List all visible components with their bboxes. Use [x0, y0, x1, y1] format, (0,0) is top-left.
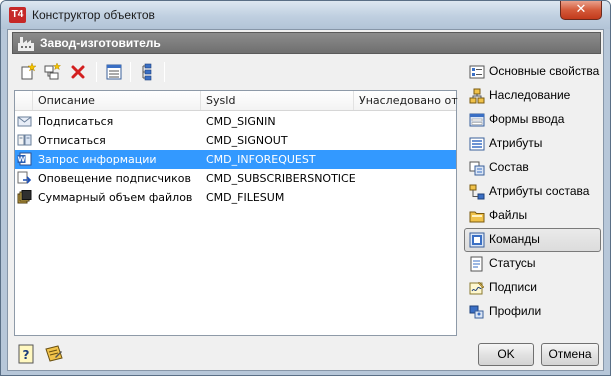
nav-item-composition-attributes[interactable]: Атрибуты состава — [464, 180, 601, 204]
nav-item-label: Файлы — [489, 208, 528, 222]
list-toolbar — [12, 60, 462, 86]
close-button[interactable]: ✕ — [560, 1, 602, 20]
row-sysid: CMD_SIGNOUT — [206, 134, 288, 147]
column-header-icon[interactable] — [15, 91, 33, 110]
nav-item-attributes[interactable]: Атрибуты — [464, 132, 601, 156]
nav-item-profiles[interactable]: Профили — [464, 300, 601, 324]
nav-item-composition[interactable]: Состав — [464, 156, 601, 180]
word-document-icon: W — [17, 152, 32, 166]
nav-item-label: Профили — [489, 304, 542, 318]
ok-button[interactable]: OK — [478, 343, 534, 366]
new-item-icon[interactable] — [18, 62, 38, 82]
envelope-icon — [17, 116, 32, 127]
commands-list[interactable]: Описание SysId Унаследовано от Подписать… — [14, 90, 458, 336]
nav-item-commands[interactable]: Команды — [464, 228, 601, 252]
inheritance-icon — [469, 88, 485, 104]
nav-item-main-properties[interactable]: Основные свойства — [464, 60, 601, 84]
column-header-description[interactable]: Описание — [33, 91, 201, 110]
nav-item-signatures[interactable]: Подписи — [464, 276, 601, 300]
composition-icon — [469, 161, 485, 176]
dialog-window: T4 Конструктор объектов ✕ Завод-изготови… — [0, 0, 611, 376]
files-stack-icon — [17, 190, 32, 204]
nav-item-label: Команды — [489, 232, 540, 246]
nav-item-label: Наследование — [489, 88, 571, 102]
input-forms-icon — [469, 113, 485, 127]
commands-icon — [469, 232, 485, 248]
list-header: Описание SysId Унаследовано от — [15, 91, 458, 111]
nav-item-label: Подписи — [489, 280, 537, 294]
row-description: Суммарный объем файлов — [38, 191, 193, 204]
nav-item-label: Атрибуты состава — [489, 184, 590, 198]
svg-text:W: W — [18, 156, 26, 164]
table-row[interactable]: Суммарный объем файлов CMD_FILESUM — [15, 188, 456, 207]
svg-text:?: ? — [23, 348, 30, 362]
nav-item-statuses[interactable]: Статусы — [464, 252, 601, 276]
properties-list-icon[interactable] — [104, 62, 124, 82]
nav-item-inheritance[interactable]: Наследование — [464, 84, 601, 108]
nav-item-label: Состав — [489, 160, 529, 174]
app-icon: T4 — [9, 7, 26, 23]
nav-item-files[interactable]: Файлы — [464, 204, 601, 228]
section-navigation: Основные свойства Наследование Формы вво… — [464, 60, 601, 324]
unsubscribe-icon — [17, 134, 32, 146]
delete-icon[interactable] — [68, 62, 88, 82]
statuses-icon — [470, 256, 483, 272]
row-sysid: CMD_SUBSCRIBERSNOTICE — [206, 172, 356, 185]
column-header-sysid[interactable]: SysId — [201, 91, 354, 110]
row-sysid: CMD_INFOREQUEST — [206, 153, 316, 166]
row-description: Подписаться — [38, 115, 114, 128]
profiles-icon — [469, 305, 484, 319]
nav-item-input-forms[interactable]: Формы ввода — [464, 108, 601, 132]
new-child-item-icon[interactable] — [42, 62, 62, 82]
nav-item-label: Основные свойства — [489, 64, 600, 78]
row-sysid: CMD_SIGNIN — [206, 115, 276, 128]
row-description: Отписаться — [38, 134, 106, 147]
attributes-icon — [469, 137, 485, 151]
factory-icon — [18, 37, 34, 51]
title-bar[interactable]: T4 Конструктор объектов ✕ — [1, 1, 610, 29]
signatures-icon — [469, 281, 485, 295]
table-row[interactable]: W Запрос информации CMD_INFOREQUEST — [15, 150, 456, 169]
tree-view-icon[interactable] — [138, 62, 158, 82]
dialog-client-area: Завод-изготовитель Описание SysId Унасле… — [7, 29, 604, 371]
table-row[interactable]: Оповещение подписчиков CMD_SUBSCRIBERSNO… — [15, 169, 456, 188]
cancel-button[interactable]: Отмена — [541, 343, 599, 366]
row-description: Оповещение подписчиков — [38, 172, 191, 185]
properties-icon — [469, 65, 485, 79]
nav-item-label: Статусы — [489, 256, 536, 270]
help-icon[interactable]: ? — [15, 343, 37, 365]
row-sysid: CMD_FILESUM — [206, 191, 285, 204]
table-row[interactable]: Отписаться CMD_SIGNOUT — [15, 131, 456, 150]
row-description: Запрос информации — [38, 153, 157, 166]
toolbar-separator — [96, 62, 97, 82]
nav-item-label: Формы ввода — [489, 112, 565, 126]
object-header: Завод-изготовитель — [12, 32, 601, 54]
notes-icon[interactable] — [43, 343, 65, 365]
window-title: Конструктор объектов — [32, 8, 155, 22]
nav-item-label: Атрибуты — [489, 136, 543, 150]
object-header-title: Завод-изготовитель — [40, 36, 161, 50]
toolbar-separator — [164, 62, 165, 82]
files-icon — [469, 211, 485, 223]
table-row[interactable]: Подписаться CMD_SIGNIN — [15, 112, 456, 131]
notify-arrow-icon — [17, 171, 32, 184]
column-header-inherited[interactable]: Унаследовано от — [354, 91, 458, 110]
composition-attributes-icon — [469, 184, 485, 200]
toolbar-separator — [130, 62, 131, 82]
list-rows: Подписаться CMD_SIGNIN Отписаться CMD_SI… — [15, 112, 456, 207]
